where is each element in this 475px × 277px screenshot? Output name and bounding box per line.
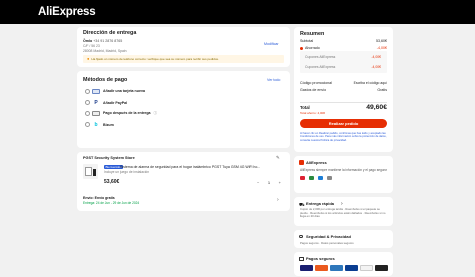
payment-title: Métodos de pago (83, 77, 128, 83)
total-label: Total (300, 105, 310, 110)
summary-divider (300, 102, 387, 103)
coupon-value: -4,00€ (371, 65, 381, 69)
view-all-payments-link[interactable]: Ver todo (267, 78, 280, 82)
product-image[interactable] (83, 164, 98, 179)
warning-icon: ● (87, 56, 90, 62)
edit-icon[interactable]: ✎ (276, 155, 280, 161)
decrease-button[interactable]: − (257, 180, 259, 185)
shipping-address-card: Dirección de entrega Ömlo +34 91 2876 87… (77, 27, 290, 67)
subtotal-value: 53,60€ (376, 39, 387, 43)
fast-delivery-card: ⛟ Entrega rápida › Cupón de 2,00€ por en… (294, 197, 393, 226)
sensor-icon (93, 169, 96, 176)
card-icon (299, 257, 304, 261)
total-value: 49,60€ (366, 104, 387, 111)
order-summary-card: Resumen Subtotal 53,60€ Ahorrado -4,00€ … (294, 27, 393, 152)
quantity-value[interactable]: 1 (268, 180, 270, 185)
recipient-name: Ömlo (83, 39, 93, 43)
product-title[interactable]: Sistema de alarma de seguridad para el h… (120, 165, 285, 169)
trust-badges (300, 176, 332, 180)
change-address-button[interactable]: Modificar (264, 42, 279, 46)
coupon-breakdown: Cupones AliExpress -4,00€ Cupones AliExp… (300, 51, 387, 73)
badge-icon (318, 176, 323, 180)
apple-pay-icon (375, 265, 388, 271)
free-shipping-label: Envío: Envío gratis (83, 196, 115, 200)
product-price: 53,60€ (104, 179, 120, 185)
payment-radio-cod[interactable] (85, 111, 90, 116)
savings-dot-icon (300, 46, 303, 50)
savings-value: -4,00€ (376, 45, 387, 50)
legal-text: Al hacer clic en Realizar pedido, confir… (300, 132, 387, 142)
shipping-cost-label: Gastos de envío (300, 88, 327, 92)
mastercard-icon (315, 265, 328, 271)
shipping-city: 28008 Madrid, Madrid, Spain (83, 48, 127, 53)
lock-icon (299, 234, 303, 238)
payment-radio-card[interactable] (85, 89, 90, 94)
product-variant[interactable]: Incluye un juego de instalación (104, 170, 149, 174)
badge-icon (300, 176, 305, 180)
fast-delivery-title: Entrega rápida (306, 201, 335, 206)
chevron-right-icon[interactable]: › (277, 197, 279, 203)
security-text: Pagos seguros · Datos personales seguros (300, 241, 354, 245)
recipient-phone: +34 91 2876 8765 (93, 39, 123, 43)
bizum-icon: b (94, 121, 98, 128)
payment-method-label: Añadir PayPal (103, 100, 128, 105)
payment-method-label: Añadir una tarjeta nueva (103, 89, 145, 93)
aliexpress-trust-text: AliExpress siempre mantiene la informaci… (300, 168, 387, 172)
security-title: Seguridad & Privacidad (306, 234, 351, 239)
payment-method-bizum[interactable]: b Bizum (92, 121, 114, 128)
coupon-label: Cupones AliExpress (305, 55, 336, 59)
coupon-value: -4,00€ (371, 55, 381, 59)
coupon-label: Cupones AliExpress (305, 65, 336, 69)
delivery-estimate: Entrega: 24 de Jun - 29 de Jun de 2024 (83, 200, 140, 205)
security-privacy-card: Seguridad & Privacidad Pagos seguros · D… (294, 230, 393, 248)
badge-icon (327, 176, 332, 180)
secure-payments-title: Pagos seguros (306, 256, 335, 261)
info-icon[interactable]: ⓘ (154, 111, 158, 116)
place-order-label: Realizar pedido (328, 121, 359, 126)
visa-icon (300, 265, 313, 271)
payment-radio-bizum[interactable] (85, 122, 90, 127)
payment-brand-logos (300, 265, 390, 271)
subtotal-label: Subtotal (300, 39, 314, 43)
place-order-button[interactable]: Realizar pedido (300, 119, 387, 128)
payment-method-label: Pago después de la entrega (103, 111, 151, 115)
phone-notice-text: Ha fijado un número de teléfono correcto… (91, 56, 219, 61)
google-pay-icon (360, 265, 373, 271)
amex-icon (330, 265, 343, 271)
top-navigation-bar: AliExpress (0, 0, 475, 24)
chevron-right-icon[interactable]: › (341, 201, 343, 207)
payment-method-paypal[interactable]: P Añadir PayPal (92, 100, 127, 106)
fast-delivery-line: Cupón de 2,00€ por entrega tardía · Reem… (300, 207, 386, 219)
alarm-panel-icon (85, 167, 92, 176)
shield-icon (299, 160, 304, 165)
card-icon (92, 88, 100, 94)
shipping-cost-value: Gratis (377, 88, 387, 92)
summary-title: Resumen (300, 31, 325, 37)
aliexpress-trust-card: AliExpress AliExpress siempre mantiene l… (294, 156, 393, 193)
cod-icon (92, 110, 100, 116)
phone-notice: ● Ha fijado un número de teléfono correc… (83, 55, 284, 63)
quantity-stepper[interactable]: − 1 + (257, 179, 281, 185)
payment-method-label: Bizum (103, 122, 114, 127)
store-order-card: PGST Security System Store ✎ Bienvenidos… (77, 152, 290, 211)
payment-method-card[interactable]: Añadir una tarjeta nueva (92, 88, 145, 94)
shipping-street: C/F / 56 23 (83, 44, 100, 48)
aliexpress-logo[interactable]: AliExpress (38, 6, 96, 18)
payment-methods-card: Métodos de pago Ver todo Añadir una tarj… (77, 71, 290, 148)
paypal-icon: P (94, 99, 98, 106)
total-savings-note: Total ahorro: 4,00€ (300, 110, 326, 115)
shipping-title: Dirección de entrega (83, 30, 137, 36)
shipping-name-phone: Ömlo +34 91 2876 8765 (83, 39, 122, 43)
promo-code-label: Código promocional (300, 81, 332, 85)
aliexpress-trust-title: AliExpress (306, 160, 327, 165)
promo-code-input[interactable]: Escriba el código aquí (354, 81, 387, 85)
increase-button[interactable]: + (279, 180, 281, 185)
savings-label: Ahorrado (305, 45, 320, 50)
secure-payments-card: Pagos seguros (294, 252, 393, 276)
badge-icon (309, 176, 314, 180)
paypal-icon (345, 265, 358, 271)
store-name[interactable]: PGST Security System Store (83, 156, 135, 160)
payment-radio-paypal[interactable] (85, 100, 90, 105)
payment-method-cod[interactable]: Pago después de la entrega ⓘ (92, 110, 158, 116)
